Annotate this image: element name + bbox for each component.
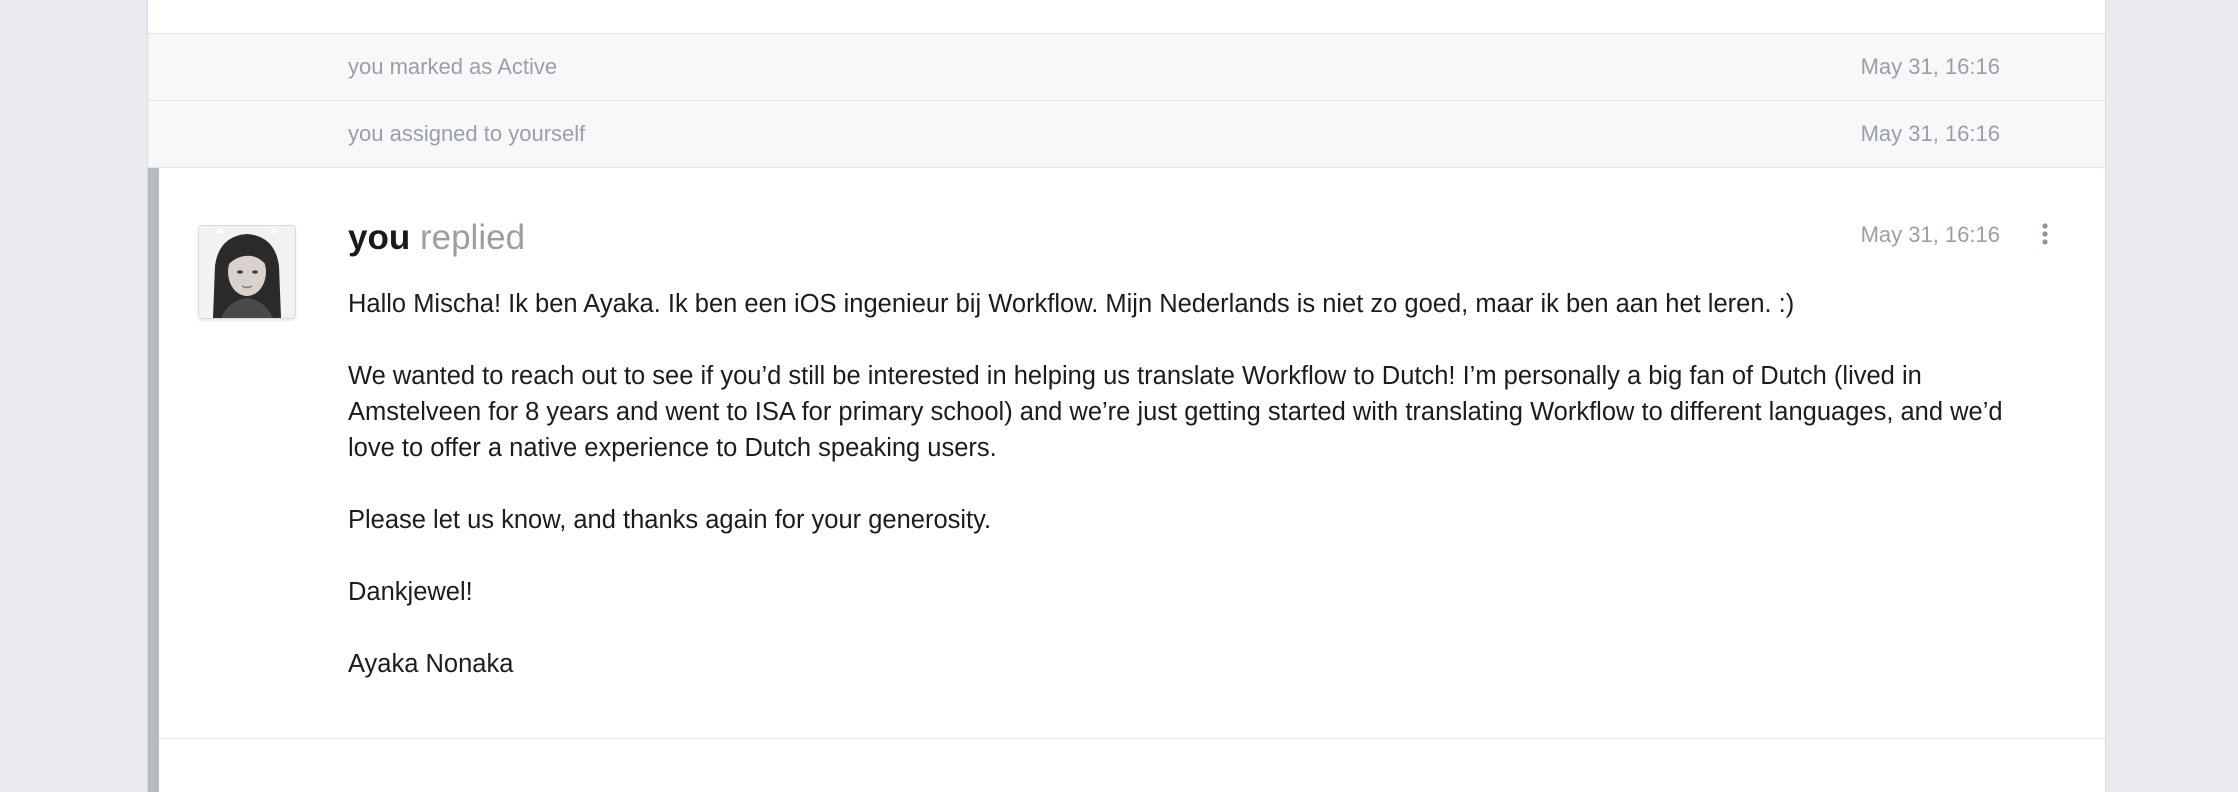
message-body: Hallo Mischa! Ik ben Ayaka. Ik ben een i… [348, 286, 2013, 718]
reply-message: you replied May 31, 16:16 Hallo Mischa! … [148, 168, 2105, 792]
message-paragraph: Please let us know, and thanks again for… [348, 506, 992, 534]
message-author: you [348, 218, 411, 257]
event-timestamp: May 31, 16:16 [1860, 121, 2000, 146]
message-paragraph: Dankjewel! [348, 578, 473, 606]
event-text: you marked as Active [348, 54, 558, 79]
event-text: you assigned to yourself [348, 121, 586, 146]
message-action: replied [419, 218, 526, 257]
message-header: you replied [348, 218, 525, 258]
event-row: you marked as Active May 31, 16:16 [148, 34, 2105, 101]
avatar[interactable] [198, 225, 296, 319]
message-paragraph: We wanted to reach out to see if you’d s… [348, 362, 2003, 462]
previous-item-bottom [148, 0, 2105, 34]
user-photo [199, 226, 295, 318]
event-timestamp: May 31, 16:16 [1860, 54, 2000, 79]
message-paragraph: Hallo Mischa! Ik ben Ayaka. Ik ben een i… [348, 290, 1795, 318]
message-paragraph: Ayaka Nonaka [348, 650, 514, 678]
message-accent-bar [148, 168, 159, 792]
vertical-ellipsis-icon [2042, 223, 2048, 245]
event-row: you assigned to yourself May 31, 16:16 [148, 101, 2105, 168]
conversation-panel: you marked as Active May 31, 16:16 you a… [147, 0, 2106, 792]
more-options-button[interactable] [2035, 220, 2055, 250]
message-timestamp: May 31, 16:16 [1860, 222, 2000, 247]
